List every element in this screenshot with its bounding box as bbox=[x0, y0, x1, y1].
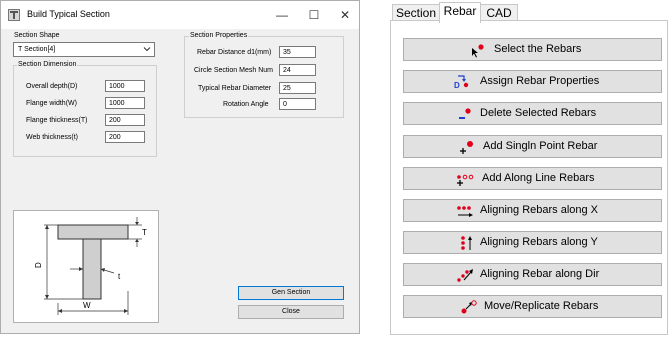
rebar-diameter-label: Typical Rebar Diameter bbox=[198, 85, 272, 92]
section-shape-select[interactable]: T Section[4] bbox=[13, 42, 155, 57]
overall-depth-field[interactable]: 1000 bbox=[105, 80, 145, 92]
dialog-title: Build Typical Section bbox=[27, 9, 110, 19]
mesh-num-label: Circle Section Mesh Num bbox=[194, 67, 273, 74]
align-dir-label: Aligning Rebar along Dir bbox=[480, 268, 600, 280]
title-bar[interactable]: Build Typical Section — ☐ ✕ bbox=[1, 1, 359, 29]
flange-thickness-field[interactable]: 200 bbox=[105, 114, 145, 126]
add-point-rebar-button[interactable]: Add Singln Point Rebar bbox=[403, 135, 662, 158]
rebar-distance-label: Rebar Distance d1(mm) bbox=[197, 49, 272, 56]
minimize-button[interactable]: — bbox=[271, 5, 293, 25]
assign-rebar-properties-label: Assign Rebar Properties bbox=[480, 75, 600, 87]
add-line-rebars-label: Add Along Line Rebars bbox=[482, 172, 595, 184]
build-typical-section-dialog: Build Typical Section — ☐ ✕ Section Shap… bbox=[0, 0, 360, 334]
chevron-down-icon bbox=[143, 47, 151, 52]
rebar-diameter-field[interactable]: 25 bbox=[279, 82, 316, 94]
align-y-icon bbox=[461, 236, 472, 250]
section-shape-label: Section Shape bbox=[14, 32, 60, 39]
tab-rebar[interactable]: Rebar bbox=[439, 2, 481, 23]
align-dir-icon bbox=[457, 269, 473, 282]
section-properties-title: Section Properties bbox=[189, 32, 249, 39]
section-dimension-title: Section Dimension bbox=[17, 61, 78, 68]
rebar-tab-content: Select the Rebars D Assign Rebar Propert… bbox=[390, 20, 668, 335]
move-replicate-label: Move/Replicate Rebars bbox=[484, 300, 599, 312]
overall-depth-label: Overall depth(D) bbox=[26, 83, 78, 90]
section-dimension-group bbox=[13, 65, 157, 157]
assign-properties-icon: D bbox=[454, 75, 469, 90]
rebar-tool-panel: Section Rebar CAD Select the Rebars D As… bbox=[390, 0, 668, 336]
web-shape bbox=[82, 238, 102, 300]
move-replicate-button[interactable]: Move/Replicate Rebars bbox=[403, 295, 662, 318]
close-window-button[interactable]: ✕ bbox=[334, 5, 356, 25]
move-replicate-icon bbox=[461, 300, 477, 314]
assign-rebar-properties-button[interactable]: D Assign Rebar Properties bbox=[403, 70, 662, 93]
align-x-icon bbox=[457, 206, 473, 217]
add-point-rebar-icon bbox=[460, 141, 473, 154]
add-line-rebars-button[interactable]: Add Along Line Rebars bbox=[403, 167, 662, 190]
close-button[interactable]: Close bbox=[238, 305, 344, 319]
select-rebars-icon bbox=[472, 44, 484, 58]
gen-section-button[interactable]: Gen Section bbox=[238, 286, 344, 300]
web-thickness-field[interactable]: 200 bbox=[105, 131, 145, 143]
app-icon bbox=[8, 9, 20, 21]
rebar-distance-field[interactable]: 35 bbox=[279, 46, 316, 58]
select-rebars-label: Select the Rebars bbox=[494, 43, 582, 55]
rotation-angle-label: Rotation Angle bbox=[223, 101, 269, 108]
rotation-angle-field[interactable]: 0 bbox=[279, 98, 316, 110]
align-y-label: Aligning Rebars along Y bbox=[480, 236, 598, 248]
align-x-button[interactable]: Aligning Rebars along X bbox=[403, 199, 662, 222]
select-rebars-button[interactable]: Select the Rebars bbox=[403, 38, 662, 61]
label-T: T bbox=[142, 228, 147, 237]
delete-rebars-icon bbox=[459, 108, 471, 119]
section-shape-value: T Section[4] bbox=[18, 46, 56, 53]
t-section-diagram: T D t W bbox=[34, 217, 147, 315]
align-x-label: Aligning Rebars along X bbox=[480, 204, 599, 216]
delete-rebars-label: Delete Selected Rebars bbox=[480, 107, 597, 119]
delete-rebars-button[interactable]: Delete Selected Rebars bbox=[403, 102, 662, 125]
label-W: W bbox=[83, 301, 91, 310]
maximize-button[interactable]: ☐ bbox=[303, 5, 325, 25]
add-line-rebars-icon bbox=[457, 174, 474, 186]
svg-text:D: D bbox=[454, 81, 460, 90]
flange-thickness-label: Flange thickness(T) bbox=[26, 117, 88, 124]
align-y-button[interactable]: Aligning Rebars along Y bbox=[403, 231, 662, 254]
flange-width-field[interactable]: 1000 bbox=[105, 97, 145, 109]
web-thickness-label: Web thickness(t) bbox=[26, 134, 78, 141]
align-dir-button[interactable]: Aligning Rebar along Dir bbox=[403, 263, 662, 286]
label-t: t bbox=[118, 272, 121, 281]
flange-shape bbox=[57, 224, 129, 240]
add-point-rebar-label: Add Singln Point Rebar bbox=[483, 140, 598, 152]
label-D: D bbox=[34, 262, 43, 268]
section-figure: T D t W bbox=[13, 210, 159, 323]
mesh-num-field[interactable]: 24 bbox=[279, 64, 316, 76]
flange-width-label: Flange width(W) bbox=[26, 100, 77, 107]
